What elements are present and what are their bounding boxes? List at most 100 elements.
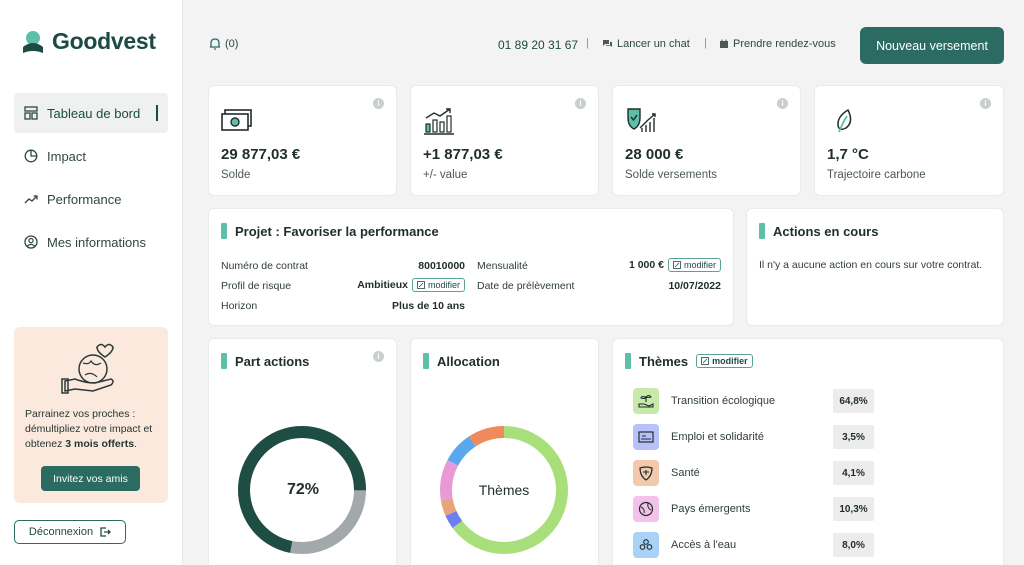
solidarity-icon	[633, 424, 659, 450]
horizon-value: Plus de 10 ans	[392, 300, 465, 312]
sidebar-item-informations[interactable]: Mes informations	[14, 222, 168, 262]
stat-card-gain: i +1 877,03 € +/- value	[410, 85, 599, 196]
referral-card: Parrainez vos proches : démultipliez vot…	[14, 327, 168, 503]
appointment-link[interactable]: Prendre rendez-vous	[719, 38, 836, 50]
plant-hand-icon	[633, 388, 659, 414]
part-actions-title: Part actions	[221, 353, 309, 369]
globe-icon	[633, 496, 659, 522]
allocation-card: Allocation Thèmes	[410, 338, 599, 565]
theme-percent: 3,5%	[833, 425, 874, 449]
notifications-button[interactable]: (0)	[208, 37, 238, 51]
phone-number[interactable]: 01 89 20 31 67	[498, 38, 578, 52]
chat-link[interactable]: Lancer un chat	[602, 38, 690, 50]
theme-percent: 8,0%	[833, 533, 874, 557]
sidebar-item-impact[interactable]: Impact	[14, 136, 168, 176]
header-separator: |	[704, 37, 707, 49]
user-icon	[24, 235, 38, 249]
chat-icon	[603, 40, 612, 47]
invite-friends-button[interactable]: Invitez vos amis	[41, 466, 140, 491]
modify-risk-button[interactable]: modifier	[411, 278, 465, 292]
sidebar-item-label: Performance	[47, 191, 122, 207]
project-card: Projet : Favoriser la performance Numéro…	[208, 208, 734, 326]
horizon-label: Horizon	[221, 300, 258, 312]
cash-icon	[221, 109, 252, 131]
theme-label: Santé	[671, 467, 700, 479]
leaf-icon	[837, 108, 852, 133]
debit-value: 10/07/2022	[668, 280, 721, 292]
theme-row: Accès à l'eau 8,0%	[633, 532, 878, 558]
actions-empty-text: Il n'y a aucune action en cours sur votr…	[759, 259, 983, 271]
dashboard-icon	[24, 106, 38, 120]
deposits-value: 28 000 €	[625, 146, 684, 163]
theme-label: Transition écologique	[671, 395, 776, 407]
part-actions-card: Part actions i 72%	[208, 338, 397, 565]
stat-card-deposits: i 28 000 € Solde versements	[612, 85, 801, 196]
info-icon[interactable]: i	[575, 98, 586, 109]
theme-row: Pays émergents 10,3%	[633, 496, 878, 522]
notification-count: (0)	[225, 38, 239, 50]
part-actions-value: 72%	[286, 481, 320, 498]
balance-label: Solde	[221, 169, 251, 181]
sidebar-item-label: Mes informations	[47, 234, 146, 250]
allocation-center-label: Thèmes	[478, 482, 530, 498]
project-title: Projet : Favoriser la performance	[221, 223, 439, 239]
info-icon[interactable]: i	[777, 98, 788, 109]
referral-text: Parrainez vos proches : démultipliez vot…	[25, 408, 153, 450]
theme-row: Santé 4,1%	[633, 460, 878, 486]
carbon-label: Trajectoire carbone	[827, 169, 926, 181]
new-deposit-button[interactable]: Nouveau versement	[860, 27, 1004, 64]
sidebar-item-label: Tableau de bord	[47, 105, 141, 121]
monthly-value: 1 000 € modifier	[629, 258, 721, 272]
theme-percent: 4,1%	[833, 461, 874, 485]
logo[interactable]: Goodvest	[22, 28, 156, 55]
edit-icon	[701, 357, 710, 365]
hand-globe-heart-icon	[61, 343, 114, 394]
stat-card-carbon: i 1,7 °C Trajectoire carbone	[814, 85, 1004, 196]
contract-label: Numéro de contrat	[221, 260, 308, 272]
logout-icon	[100, 527, 112, 537]
actions-card: Actions en cours Il n'y a aucune action …	[746, 208, 1004, 326]
theme-label: Pays émergents	[671, 503, 751, 515]
debit-label: Date de prélèvement	[477, 280, 575, 292]
deposits-label: Solde versements	[625, 169, 718, 181]
theme-label: Accès à l'eau	[671, 539, 737, 551]
risk-label: Profil de risque	[221, 280, 292, 292]
modify-monthly-button[interactable]: modifier	[667, 258, 721, 272]
header-separator: |	[586, 37, 589, 49]
sidebar-nav: Tableau de bord Impact Performance Mes i…	[14, 93, 168, 265]
gain-label: +/- value	[423, 169, 468, 181]
sidebar-item-dashboard[interactable]: Tableau de bord	[14, 93, 168, 133]
actions-title: Actions en cours	[759, 223, 878, 239]
info-icon[interactable]: i	[373, 98, 384, 109]
info-icon[interactable]: i	[373, 351, 384, 362]
theme-row: Emploi et solidarité 3,5%	[633, 424, 878, 450]
carbon-value: 1,7 °C	[827, 146, 869, 163]
trend-icon	[24, 195, 38, 204]
info-icon[interactable]: i	[980, 98, 991, 109]
calendar-icon	[720, 39, 728, 48]
themes-card: Thèmes modifier Transition écologique 64…	[612, 338, 1004, 565]
bell-icon	[210, 38, 220, 50]
health-icon	[633, 460, 659, 486]
sidebar-item-performance[interactable]: Performance	[14, 179, 168, 219]
stat-card-balance: i 29 877,03 € Solde	[208, 85, 397, 196]
themes-title: Thèmes modifier	[625, 353, 753, 369]
allocation-title: Allocation	[423, 353, 500, 369]
monthly-label: Mensualité	[477, 260, 528, 272]
contract-value: 80010000	[418, 260, 465, 272]
theme-percent: 64,8%	[833, 389, 874, 413]
logout-button[interactable]: Déconnexion	[14, 520, 126, 544]
goodvest-logo-icon	[23, 30, 43, 53]
edit-icon	[673, 261, 681, 269]
modify-themes-button[interactable]: modifier	[696, 354, 753, 368]
theme-label: Emploi et solidarité	[671, 431, 764, 443]
theme-percent: 10,3%	[833, 497, 874, 521]
water-icon	[633, 532, 659, 558]
risk-value: Ambitieux modifier	[357, 278, 465, 292]
brand-name: Goodvest	[52, 28, 156, 54]
bar-growth-icon	[424, 108, 454, 135]
sidebar: Goodvest Tableau de bord Impact Performa…	[0, 0, 183, 565]
edit-icon	[417, 281, 425, 289]
gain-value: +1 877,03 €	[423, 146, 503, 163]
logout-label: Déconnexion	[28, 526, 94, 538]
